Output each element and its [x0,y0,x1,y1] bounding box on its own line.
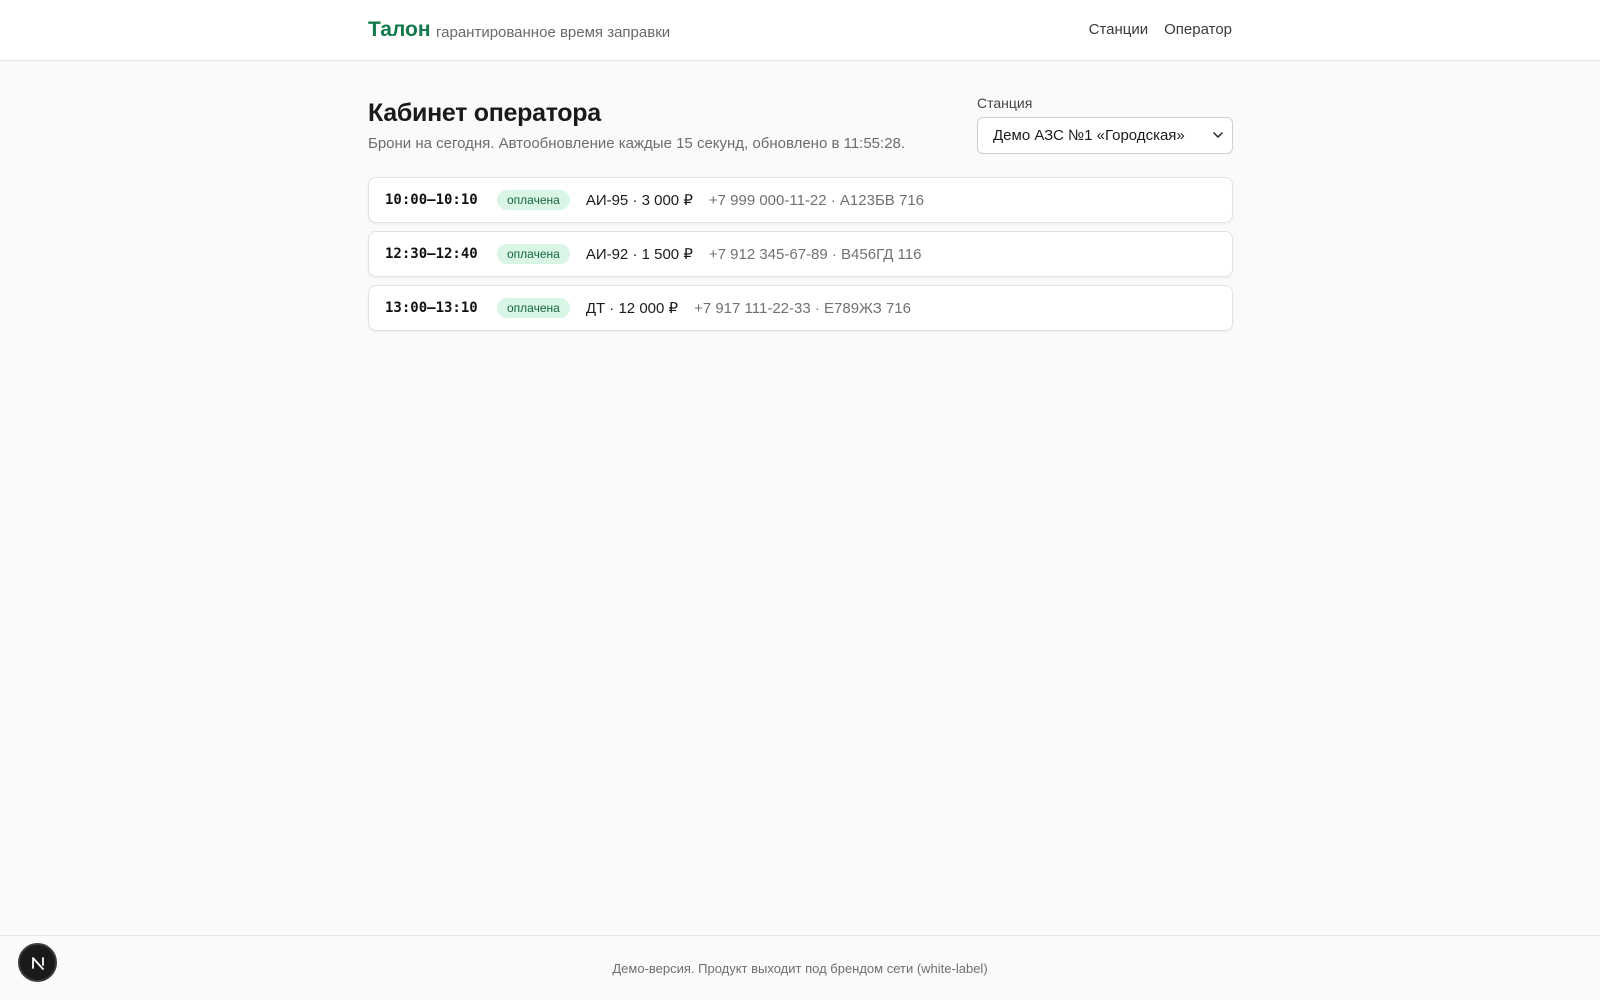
nav-link-stations[interactable]: Станции [1089,21,1149,38]
booking-contact: +7 912 345-67-89 · В456ГД 116 [708,245,922,263]
station-select[interactable]: Демо АЗС №1 «Городская» [977,117,1233,154]
booking-contact: +7 999 000-11-22 · А123БВ 716 [708,191,925,209]
nav-link-operator[interactable]: Оператор [1164,21,1232,38]
nextjs-icon[interactable] [18,943,57,982]
brand-tagline: гарантированное время заправки [436,24,671,41]
page-title: Кабинет оператора [368,99,601,127]
booking-fuel-amount: АИ-92 · 1 500 ₽ [585,246,693,263]
nextjs-logo-icon [31,956,44,970]
booking-time-slot: 12:30–12:40 [385,246,478,262]
main-nav: Станции Оператор [1089,21,1232,38]
chevron-down-icon [1213,132,1223,138]
footer: Демо-версия. Продукт выходит под брендом… [0,935,1600,1000]
status-badge: оплачена [497,190,570,210]
bookings-list: 10:00–10:10 оплачена АИ-95 · 3 000 ₽ +7 … [368,177,1233,339]
footer-text: Демо-версия. Продукт выходит под брендом… [612,961,988,976]
booking-row[interactable]: 12:30–12:40 оплачена АИ-92 · 1 500 ₽ +7 … [368,231,1233,277]
page-subtitle: Брони на сегодня. Автообновление каждые … [368,135,906,152]
status-badge: оплачена [497,244,570,264]
booking-contact: +7 917 111-22-33 · Е789ЖЗ 716 [694,299,911,317]
booking-time-slot: 10:00–10:10 [385,192,478,208]
booking-row[interactable]: 13:00–13:10 оплачена ДТ · 12 000 ₽ +7 91… [368,285,1233,331]
station-label: Станция [977,95,1033,111]
booking-row[interactable]: 10:00–10:10 оплачена АИ-95 · 3 000 ₽ +7 … [368,177,1233,223]
booking-time-slot: 13:00–13:10 [385,300,478,316]
status-badge: оплачена [497,298,570,318]
booking-fuel-amount: АИ-95 · 3 000 ₽ [585,192,693,209]
top-bar: Талон гарантированное время заправки Ста… [0,0,1600,61]
brand-logo[interactable]: Талон [368,18,431,42]
booking-fuel-amount: ДТ · 12 000 ₽ [585,300,679,317]
station-select-value: Демо АЗС №1 «Городская» [993,127,1185,144]
